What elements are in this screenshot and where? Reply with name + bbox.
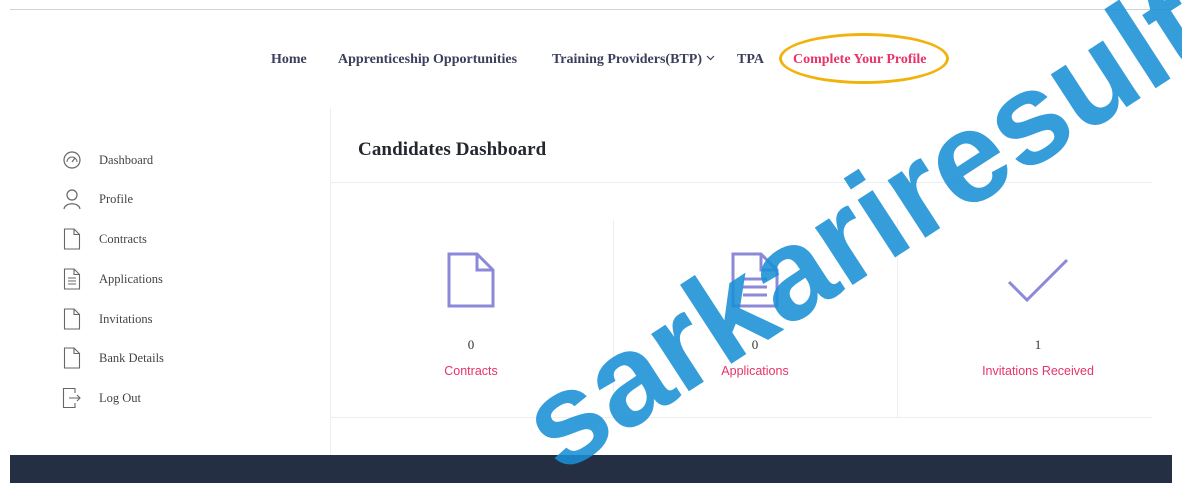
checkmark-icon xyxy=(898,240,1178,320)
card-invitations[interactable]: 1 Invitations Received xyxy=(898,240,1178,378)
document-lines-icon xyxy=(62,267,82,291)
chevron-down-icon xyxy=(706,55,715,61)
card-contracts[interactable]: 0 Contracts xyxy=(331,240,611,378)
title-divider xyxy=(331,182,1152,183)
document-icon xyxy=(62,346,82,370)
invitations-link[interactable]: Invitations Received xyxy=(898,364,1178,378)
nav-apprenticeship-opportunities[interactable]: Apprenticeship Opportunities xyxy=(338,46,517,74)
sidebar-item-label: Invitations xyxy=(99,311,153,326)
sidebar-item-label: Dashboard xyxy=(99,152,154,167)
sidebar-item-label: Applications xyxy=(99,271,163,286)
nav-training-providers[interactable]: Training Providers(BTP) xyxy=(552,46,715,74)
sidebar-item-label: Contracts xyxy=(99,231,147,246)
speedometer-icon xyxy=(62,148,82,172)
sidebar-item-logout[interactable]: Log Out xyxy=(62,385,141,411)
nav-tpa[interactable]: TPA xyxy=(737,46,764,74)
nav-training-providers-label: Training Providers(BTP) xyxy=(552,52,702,67)
column-divider xyxy=(613,220,614,417)
document-icon xyxy=(62,227,82,251)
document-lines-icon xyxy=(615,240,895,320)
cards-bottom-divider xyxy=(331,417,1152,418)
sidebar-item-dashboard[interactable]: Dashboard xyxy=(62,147,153,173)
nav-home[interactable]: Home xyxy=(271,46,307,74)
footer-bar xyxy=(10,455,1172,483)
contracts-link[interactable]: Contracts xyxy=(331,364,611,378)
nav-complete-profile[interactable]: Complete Your Profile xyxy=(793,46,927,74)
sidebar-item-contracts[interactable]: Contracts xyxy=(62,226,147,252)
sidebar-item-bank-details[interactable]: Bank Details xyxy=(62,345,164,371)
sidebar-item-label: Bank Details xyxy=(99,350,164,365)
applications-link[interactable]: Applications xyxy=(615,364,895,378)
sidebar-item-profile[interactable]: Profile xyxy=(62,186,133,212)
page-title: Candidates Dashboard xyxy=(358,139,547,160)
user-icon xyxy=(62,187,82,211)
applications-count: 0 xyxy=(751,337,759,352)
sidebar-item-applications[interactable]: Applications xyxy=(62,266,163,292)
logout-icon xyxy=(62,386,82,410)
document-icon xyxy=(331,240,611,320)
top-nav: Home Apprenticeship Opportunities Traini… xyxy=(0,46,1182,74)
card-applications[interactable]: 0 Applications xyxy=(615,240,895,378)
invitations-count: 1 xyxy=(1034,337,1042,352)
document-icon xyxy=(62,307,82,331)
sidebar-item-label: Profile xyxy=(99,191,134,206)
sidebar-item-label: Log Out xyxy=(99,390,142,405)
contracts-count: 0 xyxy=(467,337,475,352)
sidebar-item-invitations[interactable]: Invitations xyxy=(62,306,152,332)
top-divider xyxy=(10,9,1172,10)
